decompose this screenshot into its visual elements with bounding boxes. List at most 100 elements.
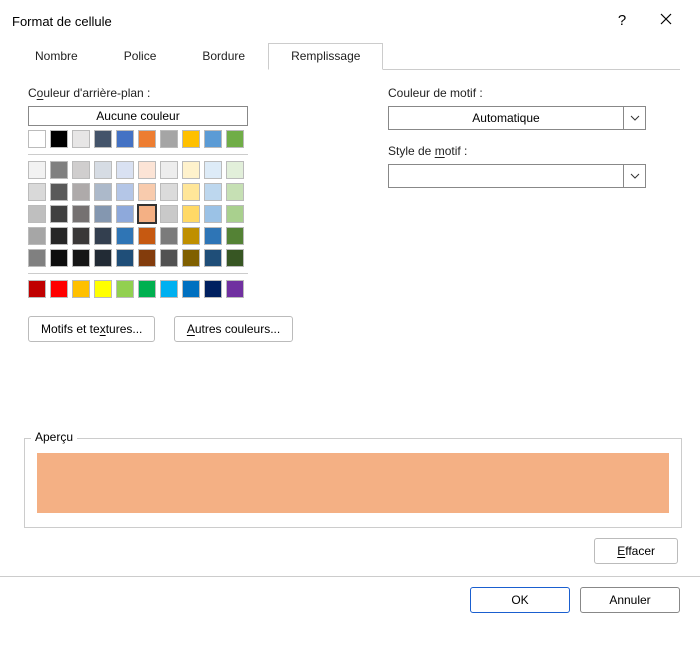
tab-number[interactable]: Nombre <box>12 43 101 70</box>
color-swatch[interactable] <box>72 161 90 179</box>
color-swatch[interactable] <box>28 130 46 148</box>
color-swatch[interactable] <box>226 183 244 201</box>
pattern-color-dropdown[interactable]: Automatique <box>388 106 646 130</box>
preview-label: Aperçu <box>31 430 77 444</box>
color-swatch[interactable] <box>116 183 134 201</box>
color-swatch[interactable] <box>116 227 134 245</box>
color-swatch[interactable] <box>160 130 178 148</box>
ok-button[interactable]: OK <box>470 587 570 613</box>
color-swatch[interactable] <box>116 205 134 223</box>
color-swatch[interactable] <box>226 249 244 267</box>
color-swatch[interactable] <box>28 249 46 267</box>
color-swatch[interactable] <box>182 205 200 223</box>
color-swatch[interactable] <box>138 227 156 245</box>
tab-font[interactable]: Police <box>101 43 180 70</box>
color-swatch[interactable] <box>182 161 200 179</box>
color-swatch[interactable] <box>160 161 178 179</box>
color-swatch[interactable] <box>72 130 90 148</box>
color-swatch[interactable] <box>160 249 178 267</box>
color-swatch[interactable] <box>72 249 90 267</box>
color-swatch[interactable] <box>204 183 222 201</box>
color-swatch[interactable] <box>182 183 200 201</box>
color-palette <box>28 130 358 298</box>
clear-button[interactable]: Effacer <box>594 538 678 564</box>
color-swatch[interactable] <box>116 280 134 298</box>
color-swatch[interactable] <box>204 161 222 179</box>
color-swatch[interactable] <box>204 249 222 267</box>
color-swatch[interactable] <box>204 280 222 298</box>
color-swatch[interactable] <box>28 205 46 223</box>
fill-effects-button[interactable]: Motifs et textures... <box>28 316 155 342</box>
tab-border[interactable]: Bordure <box>179 43 268 70</box>
chevron-down-icon <box>630 171 640 181</box>
dialog-footer: OK Annuler <box>0 587 700 613</box>
color-swatch[interactable] <box>226 161 244 179</box>
color-swatch[interactable] <box>226 280 244 298</box>
color-swatch[interactable] <box>94 227 112 245</box>
color-swatch[interactable] <box>72 227 90 245</box>
pattern-color-label: Couleur de motif : <box>388 86 682 100</box>
color-swatch[interactable] <box>160 205 178 223</box>
color-swatch[interactable] <box>72 205 90 223</box>
pattern-style-value <box>389 165 623 187</box>
color-swatch[interactable] <box>204 205 222 223</box>
color-swatch[interactable] <box>182 249 200 267</box>
color-swatch[interactable] <box>50 161 68 179</box>
pattern-color-chevron[interactable] <box>623 107 645 129</box>
color-swatch[interactable] <box>138 161 156 179</box>
color-swatch[interactable] <box>94 183 112 201</box>
color-swatch[interactable] <box>28 227 46 245</box>
color-swatch[interactable] <box>160 280 178 298</box>
pattern-style-dropdown[interactable] <box>388 164 646 188</box>
title-bar: Format de cellule ? <box>0 0 700 42</box>
color-swatch[interactable] <box>50 227 68 245</box>
color-swatch[interactable] <box>50 130 68 148</box>
color-swatch[interactable] <box>94 249 112 267</box>
color-swatch[interactable] <box>28 183 46 201</box>
close-button[interactable] <box>644 6 688 36</box>
cancel-button[interactable]: Annuler <box>580 587 680 613</box>
no-color-button[interactable]: Aucune couleur <box>28 106 248 126</box>
color-swatch[interactable] <box>50 280 68 298</box>
color-swatch[interactable] <box>50 183 68 201</box>
pattern-style-label: Style de motif : <box>388 144 682 158</box>
close-icon <box>660 13 672 25</box>
color-swatch[interactable] <box>94 280 112 298</box>
color-swatch[interactable] <box>160 183 178 201</box>
color-swatch[interactable] <box>182 130 200 148</box>
pattern-style-chevron[interactable] <box>623 165 645 187</box>
color-swatch[interactable] <box>72 280 90 298</box>
color-swatch[interactable] <box>138 183 156 201</box>
pattern-color-value: Automatique <box>389 107 623 129</box>
color-swatch[interactable] <box>94 205 112 223</box>
color-swatch[interactable] <box>204 130 222 148</box>
color-swatch[interactable] <box>182 227 200 245</box>
chevron-down-icon <box>630 113 640 123</box>
color-swatch[interactable] <box>160 227 178 245</box>
more-colors-button[interactable]: Autres couleurs... <box>174 316 293 342</box>
color-swatch[interactable] <box>138 130 156 148</box>
color-swatch[interactable] <box>204 227 222 245</box>
window-title: Format de cellule <box>12 14 600 29</box>
color-swatch[interactable] <box>138 205 156 223</box>
color-swatch[interactable] <box>226 205 244 223</box>
color-swatch[interactable] <box>94 130 112 148</box>
color-swatch[interactable] <box>50 249 68 267</box>
color-swatch[interactable] <box>50 205 68 223</box>
separator <box>0 576 700 577</box>
color-swatch[interactable] <box>182 280 200 298</box>
color-swatch[interactable] <box>94 161 112 179</box>
color-swatch[interactable] <box>28 161 46 179</box>
tab-fill[interactable]: Remplissage <box>268 43 383 70</box>
help-button[interactable]: ? <box>600 6 644 36</box>
color-swatch[interactable] <box>116 161 134 179</box>
color-swatch[interactable] <box>116 249 134 267</box>
color-swatch[interactable] <box>226 130 244 148</box>
color-swatch[interactable] <box>116 130 134 148</box>
color-swatch[interactable] <box>226 227 244 245</box>
color-swatch[interactable] <box>28 280 46 298</box>
color-swatch[interactable] <box>138 280 156 298</box>
color-swatch[interactable] <box>138 249 156 267</box>
tabs: Nombre Police Bordure Remplissage <box>12 42 680 70</box>
color-swatch[interactable] <box>72 183 90 201</box>
